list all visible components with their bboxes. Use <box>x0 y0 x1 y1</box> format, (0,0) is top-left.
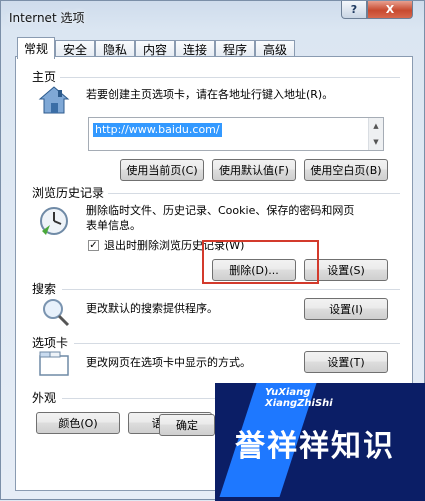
watermark-logo: YuXiang XiangZhiShi 誉祥祥知识 <box>215 383 425 501</box>
homepage-url-text: http://www.baidu.com/ <box>93 123 222 137</box>
scroll-up-icon[interactable]: ▲ <box>369 118 383 134</box>
history-clock-icon <box>40 207 68 235</box>
history-description-line1: 删除临时文件、历史记录、Cookie、保存的密码和网页 <box>86 204 355 217</box>
url-scrollbar[interactable]: ▲ ▼ <box>368 118 383 150</box>
colors-button[interactable]: 颜色(O) <box>36 412 120 434</box>
history-group-label: 浏览历史记录 <box>32 184 109 201</box>
history-divider <box>104 193 400 194</box>
use-current-button[interactable]: 使用当前页(C) <box>120 159 204 181</box>
internet-options-window: Internet 选项 ? X 常规 安全 隐私 内容 连接 程序 高级 主页 … <box>0 0 425 501</box>
watermark-en-line1: YuXiang <box>265 387 311 398</box>
appearance-group-label: 外观 <box>32 389 61 406</box>
scroll-down-icon[interactable]: ▼ <box>369 134 383 150</box>
house-icon <box>38 86 70 114</box>
help-button[interactable]: ? <box>341 1 367 19</box>
homepage-group-label: 主页 <box>32 68 61 85</box>
tabs-description: 更改网页在选项卡中显示的方式。 <box>86 356 251 369</box>
tabs-divider <box>74 343 400 344</box>
magnifier-icon <box>43 299 70 327</box>
search-divider <box>62 289 400 290</box>
search-group-label: 搜索 <box>32 280 61 297</box>
close-button[interactable]: X <box>367 1 413 19</box>
window-title: Internet 选项 <box>9 11 85 25</box>
history-description-line2: 表单信息。 <box>86 219 141 232</box>
use-default-button[interactable]: 使用默认值(F) <box>212 159 296 181</box>
homepage-divider <box>56 77 400 78</box>
watermark-cn-text: 誉祥祥知识 <box>235 429 395 464</box>
watermark-en-line2: XiangZhiShi <box>265 398 333 409</box>
tabs-settings-button[interactable]: 设置(T) <box>304 351 388 373</box>
delete-on-exit-checkbox[interactable]: ✓ <box>88 240 99 251</box>
search-description: 更改默认的搜索提供程序。 <box>86 302 218 315</box>
tab-general[interactable]: 常规 <box>17 37 55 59</box>
tabs-group-label: 选项卡 <box>32 334 73 351</box>
tabs-window-icon <box>39 351 69 376</box>
watermark-en-text: YuXiang XiangZhiShi <box>265 387 333 409</box>
ok-button[interactable]: 确定 <box>159 414 215 436</box>
delete-button-highlight <box>202 240 319 284</box>
search-settings-button[interactable]: 设置(I) <box>304 298 388 320</box>
homepage-url-field[interactable]: http://www.baidu.com/ ▲ ▼ <box>88 117 384 151</box>
use-blank-button[interactable]: 使用空白页(B) <box>304 159 388 181</box>
homepage-instruction: 若要创建主页选项卡，请在各地址行键入地址(R)。 <box>86 88 334 101</box>
